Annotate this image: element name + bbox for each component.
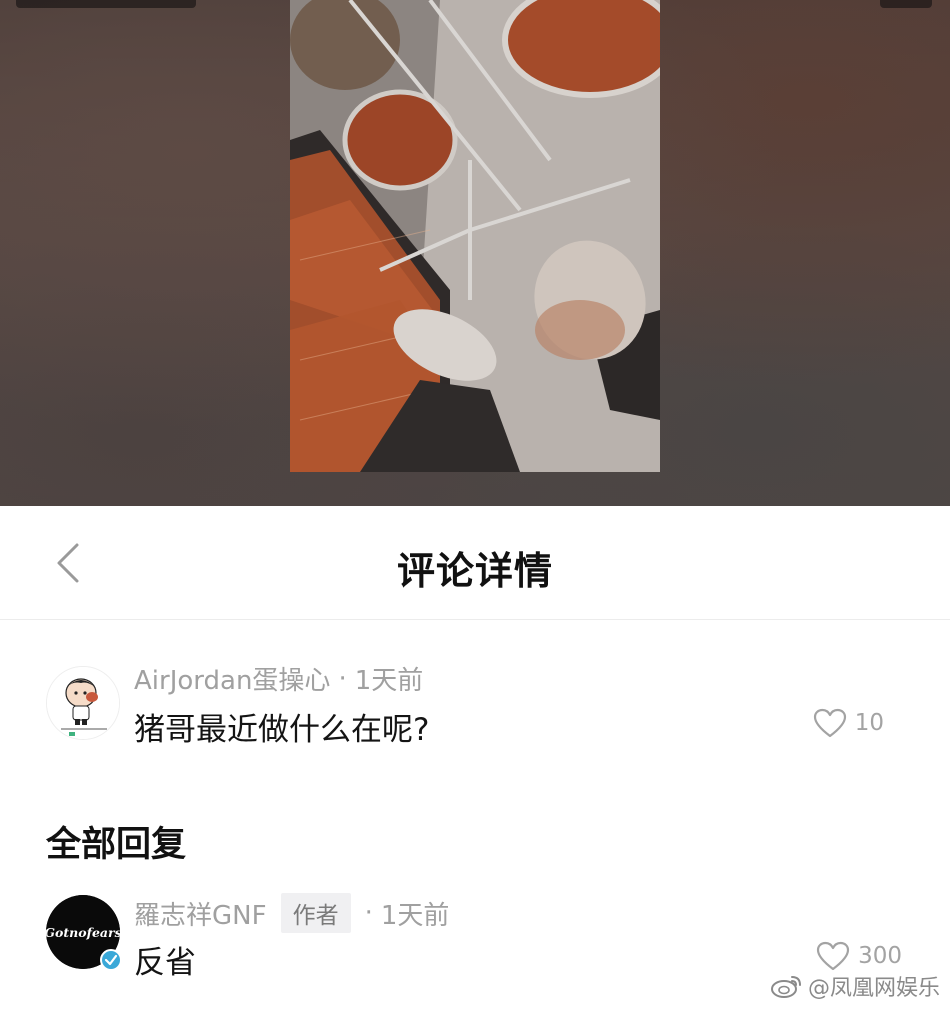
avatar[interactable] xyxy=(46,666,120,740)
separator-dot: · xyxy=(338,663,347,694)
weibo-logo-icon xyxy=(770,976,801,998)
cartoon-avatar-icon xyxy=(47,667,119,739)
like-button[interactable]: 300 xyxy=(816,941,902,971)
status-bar-remnant xyxy=(16,0,196,8)
like-count: 10 xyxy=(854,710,884,736)
comment-text: 猪哥最近做什么在呢? xyxy=(134,712,430,748)
media-backdrop xyxy=(0,0,950,506)
status-bar-remnant xyxy=(880,0,932,8)
photo-illustration xyxy=(290,0,660,472)
timestamp: 1天前 xyxy=(354,666,424,696)
post-photo[interactable] xyxy=(290,0,660,472)
comment-detail-sheet: 评论详情 AirJordan蛋操心 · 1天前 猪哥最近做什么在呢? 10 全部… xyxy=(0,506,950,1012)
username[interactable]: 羅志祥GNF xyxy=(134,895,267,932)
like-count: 300 xyxy=(858,943,902,969)
replies-section-title: 全部回复 xyxy=(46,825,187,865)
avatar[interactable]: Gotnofears xyxy=(44,895,122,971)
svg-text:Gotnofears: Gotnofears xyxy=(46,925,120,940)
page-title: 评论详情 xyxy=(396,549,553,593)
verified-badge-icon xyxy=(100,949,122,971)
nav-bar: 评论详情 xyxy=(0,506,950,620)
heart-icon xyxy=(813,708,846,738)
heart-icon xyxy=(816,941,850,971)
watermark: @凤凰网娱乐 xyxy=(770,970,940,1002)
reply-text: 反省 xyxy=(134,945,196,981)
separator-dot: · xyxy=(364,898,373,928)
like-button[interactable]: 10 xyxy=(813,708,884,738)
timestamp: 1天前 xyxy=(380,900,450,931)
reply-meta: 羅志祥GNF 作者 · 1天前 xyxy=(134,893,449,933)
username[interactable]: AirJordan蛋操心 xyxy=(134,660,330,697)
comment-meta: AirJordan蛋操心 · 1天前 xyxy=(134,660,423,697)
author-badge: 作者 xyxy=(280,893,351,933)
watermark-text: @凤凰网娱乐 xyxy=(807,976,940,1001)
